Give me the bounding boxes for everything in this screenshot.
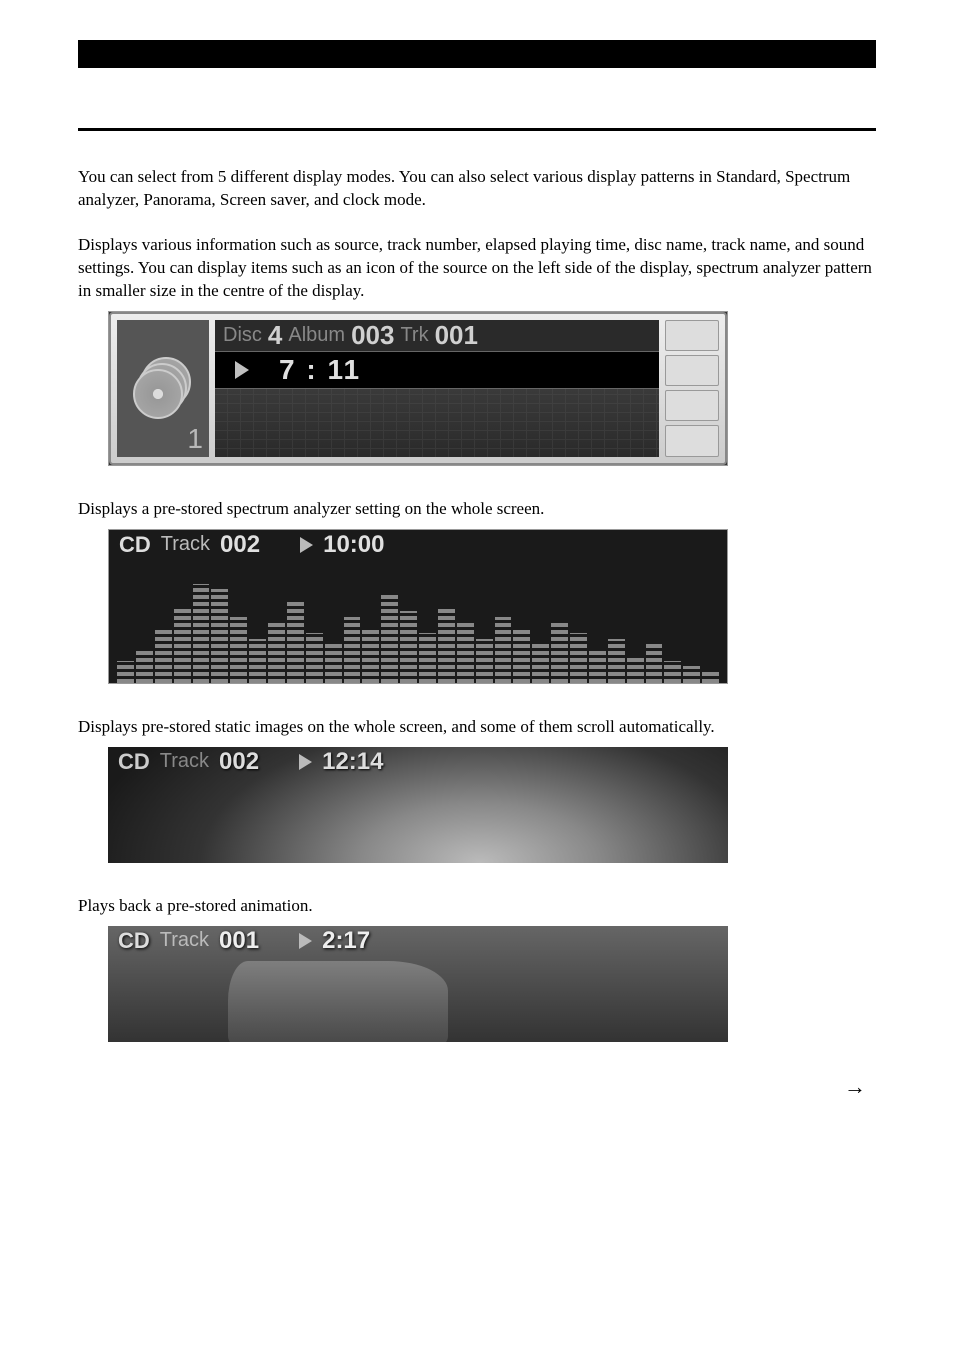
continue-arrow-icon: → — [78, 1074, 876, 1100]
play-icon — [235, 361, 249, 379]
spectrum-time: 10:00 — [323, 531, 384, 559]
spectrum-track-value: 002 — [220, 531, 260, 559]
spectrum-track-label: Track — [161, 533, 210, 556]
spectrum-bars — [109, 573, 727, 683]
trk-label: Trk — [400, 324, 428, 347]
side-box-icon — [665, 355, 719, 386]
standard-car-graphic — [215, 389, 659, 457]
panorama-track-label: Track — [160, 750, 209, 773]
panorama-time: 12:14 — [322, 748, 383, 776]
screensaver-track-value: 001 — [219, 927, 259, 955]
header-black-bar — [78, 40, 876, 68]
standard-right-panel — [665, 320, 719, 457]
screensaver-car-graphic — [228, 961, 448, 1042]
screensaver-display-image: CD Track 001 2:17 — [108, 926, 728, 1042]
disc-label: Disc — [223, 324, 262, 347]
screensaver-track-label: Track — [160, 929, 209, 952]
side-box-icon — [665, 425, 719, 456]
play-icon — [299, 933, 312, 949]
panorama-display-image: CD Track 002 12:14 — [108, 747, 728, 863]
screensaver-info-row: CD Track 001 2:17 — [108, 926, 728, 956]
intro-paragraph: You can select from 5 different display … — [78, 166, 876, 212]
standard-desc: Displays various information such as sou… — [78, 234, 876, 303]
side-box-icon — [665, 320, 719, 351]
album-label: Album — [288, 324, 345, 347]
standard-display-image: 1 Disc 4 Album 003 Trk 001 7 : 11 — [108, 311, 728, 466]
spectrum-display-image: CD Track 002 10:00 — [108, 529, 728, 684]
screensaver-time: 2:17 — [322, 927, 370, 955]
cd-stack-icon — [133, 361, 193, 416]
spectrum-info-row: CD Track 002 10:00 — [109, 530, 727, 560]
panorama-desc: Displays pre-stored static images on the… — [78, 716, 876, 739]
album-value: 003 — [351, 320, 394, 351]
disc-value: 4 — [268, 320, 282, 351]
trk-value: 001 — [435, 320, 478, 351]
standard-time: 7 : 11 — [279, 354, 361, 386]
panorama-info-row: CD Track 002 12:14 — [108, 747, 728, 777]
panorama-track-value: 002 — [219, 748, 259, 776]
standard-left-panel: 1 — [117, 320, 209, 457]
spectrum-desc: Displays a pre-stored spectrum analyzer … — [78, 498, 876, 521]
section-divider — [78, 128, 876, 131]
screensaver-desc: Plays back a pre-stored animation. — [78, 895, 876, 918]
standard-time-row: 7 : 11 — [215, 352, 659, 389]
side-box-icon — [665, 390, 719, 421]
screensaver-source: CD — [118, 928, 150, 954]
play-icon — [299, 754, 312, 770]
panorama-source: CD — [118, 749, 150, 775]
standard-info-row: Disc 4 Album 003 Trk 001 — [215, 320, 659, 352]
play-icon — [300, 537, 313, 553]
spectrum-source: CD — [119, 532, 151, 558]
standard-left-number: 1 — [187, 423, 203, 455]
